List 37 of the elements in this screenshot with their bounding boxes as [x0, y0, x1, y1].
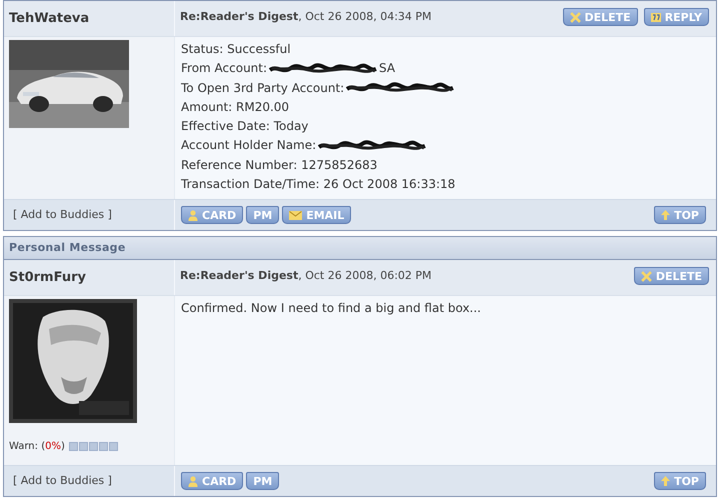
- author-name[interactable]: St0rmFury: [9, 268, 86, 288]
- warn-text: Warn: (0%): [9, 440, 65, 454]
- author-name[interactable]: TehWateva: [9, 8, 90, 28]
- message-text: To Open 3rd Party Account:: [181, 80, 344, 97]
- pm-button[interactable]: PM: [246, 206, 280, 224]
- message-text: SA: [379, 60, 396, 78]
- delete-button[interactable]: DELETE: [562, 8, 638, 26]
- user-icon: [188, 476, 198, 486]
- delete-button[interactable]: DELETE: [634, 267, 709, 285]
- add-to-buddies-link[interactable]: [ Add to Buddies ]: [13, 206, 112, 224]
- message-text: Transaction Date/Time: 26 Oct 2008 16:33:18: [181, 176, 456, 194]
- top-button[interactable]: TOP: [654, 472, 706, 490]
- post-title: Re:Reader's Digest, Oct 26 2008, 06:02 PM: [180, 268, 432, 284]
- close-icon: [640, 270, 652, 282]
- message-text: Confirmed. Now I need to find a big and flat box...: [181, 300, 481, 317]
- close-icon: [570, 12, 580, 22]
- user-icon: [188, 210, 198, 220]
- section-header: Personal Message: [4, 237, 716, 260]
- top-button[interactable]: TOP: [654, 206, 706, 224]
- card-button[interactable]: CARD: [181, 472, 244, 490]
- warn-meter-icon: [68, 442, 118, 451]
- message-text: Account Holder Name:: [181, 137, 316, 154]
- message-text: Reference Number: 1275852683: [181, 156, 378, 174]
- post-title: Re:Reader's Digest, Oct 26 2008, 04:34 PM: [180, 9, 432, 25]
- message-text: Effective Date: Today: [181, 118, 308, 136]
- message-text: From Account:: [181, 60, 268, 78]
- add-to-buddies-link[interactable]: [ Add to Buddies ]: [13, 472, 112, 490]
- card-button[interactable]: CARD: [181, 206, 244, 224]
- up-arrow-icon: [661, 210, 670, 220]
- message-text: Amount: RM20.00: [181, 98, 290, 116]
- email-button[interactable]: EMAIL: [282, 206, 352, 224]
- pm-button[interactable]: PM: [246, 472, 280, 490]
- quote-icon: [650, 12, 661, 22]
- reply-button[interactable]: REPLY: [644, 8, 709, 26]
- envelope-icon: [289, 210, 302, 220]
- message-text: Status: Successful: [181, 41, 291, 58]
- up-arrow-icon: [661, 476, 670, 486]
